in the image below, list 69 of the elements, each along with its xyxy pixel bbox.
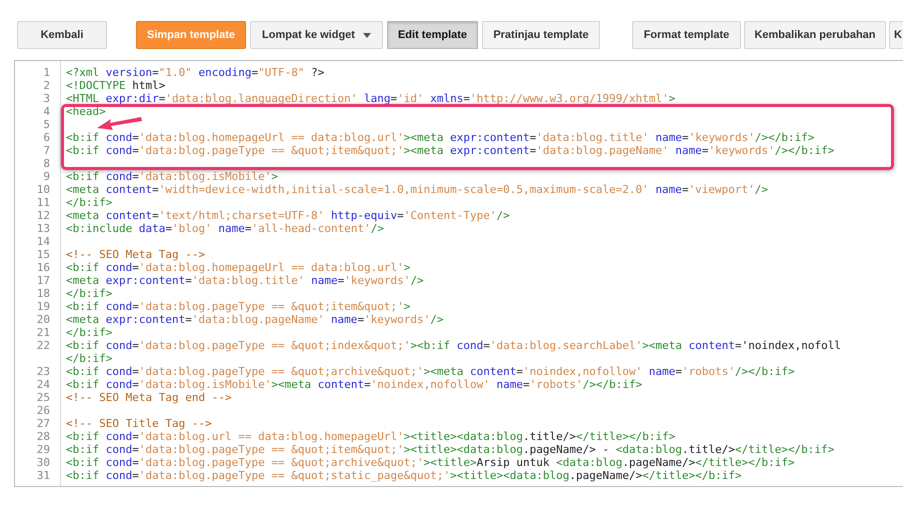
code-line: <b:if cond='data:blog.pageType == &quot;index&quot;'><b:if cond='data:blog.searchLabel'><meta content='noindex,nofoll (66, 339, 841, 352)
line-number: 25 (36, 391, 50, 404)
code-line: <!-- SEO Title Tag --> (66, 417, 212, 430)
line-number: 8 (43, 157, 50, 170)
line-number: 20 (36, 313, 50, 326)
line-number: 5 (43, 118, 50, 131)
code-line: </b:if> (66, 196, 112, 209)
line-number: 6 (43, 131, 50, 144)
code-line: </b:if> (66, 326, 112, 339)
line-number: 27 (36, 417, 50, 430)
line-number: 30 (36, 456, 50, 469)
code-line: <meta expr:content='data:blog.title' name='keywords'/> (66, 274, 424, 287)
line-number: 16 (36, 261, 50, 274)
toolbar-button[interactable]: Format template (632, 21, 741, 49)
code-line: <b:if cond='data:blog.pageType == &quot;archive&quot;'><meta content='noindex,nofollow' name='robots'/></b:if> (66, 365, 795, 378)
code-line: <HTML expr:dir='data:blog.languageDirection' lang='id' xmlns='http://www.w3.org/1999/xhtml'> (66, 92, 676, 105)
line-number: 11 (36, 196, 50, 209)
line-number: 9 (43, 170, 50, 183)
code-line: <?xml version="1.0" encoding="UTF-8" ?> (66, 66, 324, 79)
line-number: 21 (36, 326, 50, 339)
line-number: 12 (36, 209, 50, 222)
line-number: 3 (43, 92, 50, 105)
code-line: <!-- SEO Meta Tag end --> (66, 391, 232, 404)
line-number: 7 (43, 144, 50, 157)
dropdown-button[interactable]: Lompat ke widget (250, 21, 383, 49)
line-number: 22 (36, 339, 50, 352)
tab[interactable]: Edit template (387, 21, 478, 49)
line-number: 26 (36, 404, 50, 417)
toolbar-button[interactable]: Kembalikan perubahan (744, 21, 886, 49)
code-line: <!DOCTYPE html> (66, 79, 166, 92)
line-number: 4 (43, 105, 50, 118)
code-editor[interactable] (14, 60, 903, 487)
line-number: 10 (36, 183, 50, 196)
line-number: 1 (43, 66, 50, 79)
code-line: <b:if cond='data:blog.pageType == &quot;item&quot;'><title><data:blog.pageName/> - <data:blog.title/></title></b:if> (66, 443, 834, 456)
line-number: 15 (36, 248, 50, 261)
code-line: <b:if cond='data:blog.pageType == &quot;item&quot;'><meta expr:content='data:blog.pageName' name='keywords'/></b:if> (66, 144, 834, 157)
arrow-icon (96, 116, 142, 131)
tab[interactable]: Pratinjau template (482, 21, 600, 49)
line-number: 24 (36, 378, 50, 391)
line-number: 31 (36, 469, 50, 482)
code-line: <!-- SEO Meta Tag --> (66, 248, 206, 261)
code-line: </b:if> (66, 352, 112, 365)
code-line: <b:include data='blog' name='all-head-content'/> (66, 222, 384, 235)
code-line: <meta content='text/html;charset=UTF-8' http-equiv='Content-Type'/> (66, 209, 510, 222)
code-line: <b:if cond='data:blog.homepageUrl == data:blog.url'><meta expr:content='data:blog.title' name='keywords'/></b:if> (66, 131, 814, 144)
line-number: 18 (36, 287, 50, 300)
line-number: 14 (36, 235, 50, 248)
code-line: </b:if> (66, 287, 112, 300)
toolbar-button[interactable]: K (889, 21, 903, 49)
code-line: <b:if cond='data:blog.pageType == &quot;archive&quot;'><title>Arsip untuk <data:blog.pageName/></title></b:if> (66, 456, 795, 469)
code-line: <b:if cond='data:blog.isMobile'> (66, 170, 278, 183)
line-number: 23 (36, 365, 50, 378)
line-number: 17 (36, 274, 50, 287)
line-number: 2 (43, 79, 50, 92)
code-line: <b:if cond='data:blog.pageType == &quot;static_page&quot;'><title><data:blog.pageName/></title></b:if> (66, 469, 742, 482)
code-line: <meta expr:content='data:blog.pageName' name='keywords'/> (66, 313, 444, 326)
caret-icon (362, 32, 371, 38)
toolbar-button[interactable]: Kembali (17, 21, 107, 49)
line-number: 19 (36, 300, 50, 313)
line-number: 28 (36, 430, 50, 443)
code-line: <b:if cond='data:blog.url == data:blog.homepageUrl'><title><data:blog.title/></title></b:if> (66, 430, 676, 443)
line-number: 13 (36, 222, 50, 235)
code-line: <meta content='width=device-width,initial-scale=1.0,minimum-scale=0.5,maximum-scale=2.0' name='viewport'/> (66, 183, 768, 196)
code-line: <head> (66, 105, 106, 118)
code-line: <b:if cond='data:blog.isMobile'><meta content='noindex,nofollow' name='robots'/></b:if> (66, 378, 642, 391)
line-number: 29 (36, 443, 50, 456)
code-line: <b:if cond='data:blog.homepageUrl == data:blog.url'> (66, 261, 410, 274)
code-line: <b:if cond='data:blog.pageType == &quot;item&quot;'> (66, 300, 410, 313)
